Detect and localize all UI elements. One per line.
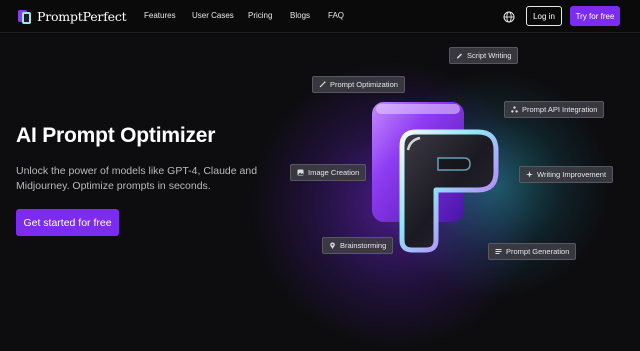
chip-label: Script Writing [467,51,512,60]
chip-prompt-api-integration: Prompt API Integration [504,101,605,118]
chip-label: Prompt Optimization [330,80,398,89]
chip-label: Brainstorming [340,241,387,250]
chip-label: Image Creation [308,168,360,177]
api-icon [511,106,518,113]
nav-link-blogs[interactable]: Blogs [290,11,310,20]
nav-link-faq[interactable]: FAQ [328,11,344,20]
chip-prompt-optimization: Prompt Optimization [312,76,405,93]
brand-logo[interactable]: PromptPerfect [18,9,127,24]
sparkle-icon [526,171,533,178]
promptperfect-3d-logo [372,102,499,253]
script-icon [456,52,463,59]
login-button[interactable]: Log in [526,6,562,26]
image-icon [297,169,304,176]
chip-brainstorming: Brainstorming [322,237,394,254]
chip-image-creation: Image Creation [290,164,367,181]
landing-page: PromptPerfect Features User Cases Pricin… [0,0,640,351]
chip-label: Writing Improvement [537,170,607,179]
logo-icon [18,9,32,24]
get-started-button[interactable]: Get started for free [16,209,119,236]
chip-label: Prompt API Integration [522,105,598,114]
chip-prompt-generation: Prompt Generation [488,243,577,260]
nav-link-pricing[interactable]: Pricing [248,11,272,20]
top-nav: PromptPerfect Features User Cases Pricin… [0,0,640,33]
hero-subtitle: Unlock the power of models like GPT-4, C… [16,165,258,192]
hero-title: AI Prompt Optimizer [16,124,216,147]
try-for-free-button[interactable]: Try for free [570,6,620,26]
pin-icon [329,242,336,249]
chip-writing-improvement: Writing Improvement [519,166,614,183]
chip-script-writing: Script Writing [449,47,519,64]
nav-link-features[interactable]: Features [144,11,176,20]
nav-link-user-cases[interactable]: User Cases [192,11,234,20]
brand-name: PromptPerfect [37,9,127,24]
chip-label: Prompt Generation [506,247,570,256]
magic-wand-icon [319,81,326,88]
list-icon [495,248,502,255]
globe-icon[interactable] [503,10,515,23]
